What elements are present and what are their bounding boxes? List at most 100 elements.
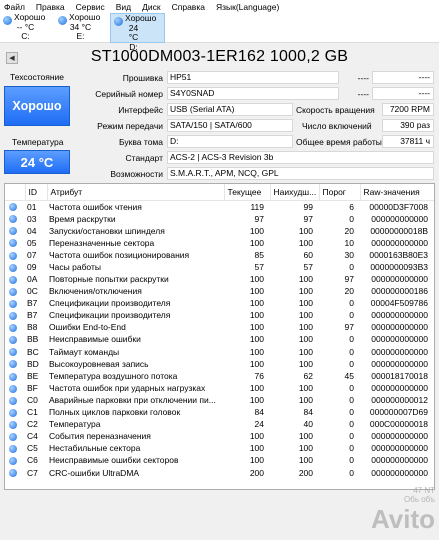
- table-row[interactable]: C7 CRC-ошибки UltraDMA 200 200 0 000000000000: [5, 466, 434, 478]
- table-row[interactable]: C4 События переназначения 100 100 0 000000000…: [5, 430, 434, 442]
- drive-tab-c[interactable]: Хорошо -- °C C:: [0, 12, 55, 43]
- drive-tab-e[interactable]: Хорошо 34 °C E:: [55, 12, 110, 43]
- table-row[interactable]: 0C Включения/отключения 100 100 20 0000000001…: [5, 285, 434, 297]
- column-header-attribute[interactable]: Атрибут: [47, 184, 225, 201]
- row-id: BB: [27, 334, 39, 345]
- column-header-current[interactable]: Текущее: [224, 184, 271, 201]
- table-row[interactable]: B8 Ошибки End-to-End 100 100 97 000000000000: [5, 321, 434, 333]
- row-status: [5, 225, 25, 237]
- row-threshold: 0: [349, 213, 354, 224]
- row-id: 03: [27, 213, 37, 224]
- row-id: 07: [27, 249, 37, 260]
- row-status: [5, 333, 25, 345]
- table-row[interactable]: B7 Спецификации производителя 100 100 0 00004…: [5, 297, 434, 309]
- column-header-worst[interactable]: Наихудш...: [270, 184, 320, 201]
- row-status: [5, 285, 25, 297]
- table-row[interactable]: C2 Температура 24 40 0 000C00000018: [5, 418, 434, 430]
- row-threshold: 10: [344, 237, 354, 248]
- menu-item[interactable]: Сервис: [76, 2, 105, 12]
- standard-value: ACS-2 | ACS-3 Revision 3b: [167, 151, 434, 164]
- row-attribute: Температура воздушного потока: [49, 370, 178, 381]
- table-row[interactable]: BB Неисправимые ошибки 100 100 0 000000000000: [5, 333, 434, 345]
- row-threshold: 0: [349, 334, 354, 345]
- row-id: 01: [27, 201, 37, 212]
- table-row[interactable]: BE Температура воздушного потока 76 62 45 000…: [5, 370, 434, 382]
- status-dot-icon: [9, 360, 17, 369]
- power-on-count-label: Число включений: [302, 121, 372, 131]
- status-dot-icon: [9, 251, 17, 260]
- table-row[interactable]: BF Частота ошибок при ударных нагрузках 10…: [5, 382, 434, 394]
- table-row[interactable]: 05 Переназначенные сектора 100 100 10 0000000…: [5, 237, 434, 249]
- row-status: [5, 237, 25, 249]
- status-dot-icon: [9, 420, 17, 429]
- drive-bar: Хорошо -- °C C: Хорошо 34 °C E: Хорошо 2…: [0, 12, 439, 51]
- row-current: 100: [249, 274, 264, 285]
- row-current: 100: [249, 286, 264, 297]
- menu-item[interactable]: Вид: [116, 2, 131, 12]
- row-raw: 000000000000: [371, 358, 428, 369]
- table-row[interactable]: C1 Полных циклов парковки головок 84 84 0 000…: [5, 406, 434, 419]
- row-threshold: 0: [349, 443, 354, 454]
- table-row[interactable]: 07 Частота ошибок позиционирования 85 60 30 0…: [5, 249, 434, 261]
- row-current: 100: [249, 322, 264, 333]
- menu-item[interactable]: Язык(Language): [216, 2, 279, 12]
- menu-item[interactable]: Справка: [172, 2, 205, 12]
- row-worst: 100: [298, 443, 313, 454]
- row-current: 24: [254, 419, 264, 430]
- row-id: C0: [27, 394, 38, 405]
- temperature-button[interactable]: 24 °C: [4, 150, 70, 174]
- table-row[interactable]: BD Высокоуровневая запись 100 100 0 000000000…: [5, 358, 434, 370]
- menu-item[interactable]: Диск: [142, 2, 160, 12]
- row-attribute: Часы работы: [49, 261, 101, 272]
- table-row[interactable]: 04 Запуски/остановки шпинделя 100 100 20 0000…: [5, 225, 434, 237]
- row-threshold: 0: [349, 261, 354, 272]
- row-worst: 100: [298, 298, 313, 309]
- firmware-value: HP51: [167, 71, 339, 84]
- status-column-header[interactable]: [5, 184, 26, 201]
- drive-title: ST1000DM003-1ER162 1000,2 GB: [90, 48, 349, 65]
- row-attribute: Нестабильные сектора: [49, 443, 141, 454]
- row-status: [5, 406, 25, 419]
- table-row[interactable]: C0 Аварийные парковки при отключении пи..…: [5, 394, 434, 406]
- table-row[interactable]: C5 Нестабильные сектора 100 100 0 00000000000…: [5, 442, 434, 454]
- menu-item[interactable]: Правка: [36, 2, 65, 12]
- table-row[interactable]: B7 Спецификации производителя 100 100 0 00000…: [5, 309, 434, 321]
- row-status: [5, 442, 25, 454]
- menu-bar: Файл Правка Сервис Вид Диск Справка Язык(Langu…: [0, 0, 439, 13]
- table-row[interactable]: 09 Часы работы 57 57 0 0000000093B3: [5, 261, 434, 273]
- column-header-id[interactable]: ID: [25, 184, 48, 201]
- row-threshold: 0: [349, 358, 354, 369]
- row-worst: 100: [298, 322, 313, 333]
- row-raw: 000018170018: [371, 370, 428, 381]
- drive-tab-d[interactable]: Хорошо 24 °C D:: [110, 13, 165, 51]
- empty-value: ----: [372, 71, 434, 84]
- row-id: B8: [27, 322, 38, 333]
- row-raw: 000000000000: [371, 213, 428, 224]
- menu-item[interactable]: Файл: [4, 2, 25, 12]
- table-row[interactable]: C6 Неисправимые ошибки секторов 100 100 0 000…: [5, 454, 434, 466]
- power-on-hours-value: 37811 ч: [382, 135, 434, 148]
- table-row[interactable]: 01 Частота ошибок чтения 119 99 6 00000D3F700…: [5, 200, 434, 213]
- health-status-button[interactable]: Хорошо: [4, 86, 70, 126]
- table-header-row: ID Атрибут Текущее Наихудш... Порог Raw-…: [5, 184, 434, 201]
- status-dot-icon: [9, 215, 17, 224]
- features-label: Возможности: [110, 169, 163, 179]
- row-threshold: 45: [344, 370, 354, 381]
- title-bar: ◀ ST1000DM003-1ER162 1000,2 GB: [0, 47, 439, 69]
- row-worst: 62: [303, 370, 313, 381]
- table-row[interactable]: 0A Повторные попытки раскрутки 100 100 97 000…: [5, 273, 434, 285]
- column-header-threshold[interactable]: Порог: [319, 184, 361, 201]
- status-dot-icon: [9, 396, 17, 405]
- row-status: [5, 297, 25, 309]
- column-header-raw[interactable]: Raw-значения: [360, 184, 434, 201]
- row-threshold: 0: [349, 298, 354, 309]
- empty-value: ----: [357, 73, 369, 83]
- table-row[interactable]: BC Таймаут команды 100 100 0 000000000000: [5, 346, 434, 358]
- row-raw: 000000000000: [371, 310, 428, 321]
- avito-watermark: 47 NT Обь объ Avito: [325, 486, 435, 538]
- row-status: [5, 466, 25, 478]
- transfer-mode-value: SATA/150 | SATA/600: [167, 119, 293, 132]
- table-row[interactable]: 03 Время раскрутки 97 97 0 000000000000: [5, 213, 434, 225]
- row-worst: 100: [298, 274, 313, 285]
- smart-attributes-table[interactable]: ID Атрибут Текущее Наихудш... Порог Raw-…: [4, 183, 435, 490]
